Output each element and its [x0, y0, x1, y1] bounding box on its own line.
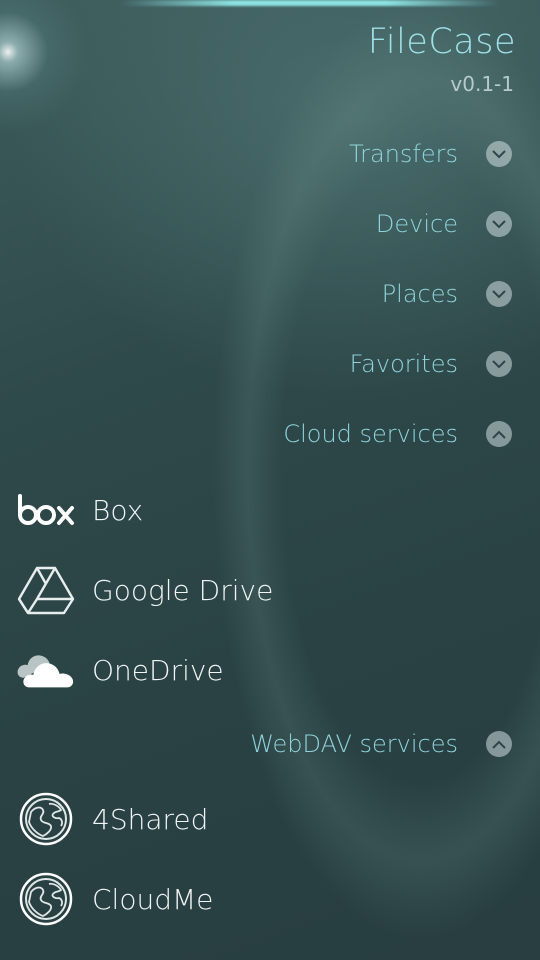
google-drive-icon: [16, 560, 76, 620]
chevron-up-icon[interactable]: [486, 421, 512, 447]
globe-icon: [16, 789, 76, 849]
box-logo-icon: [16, 480, 76, 540]
section-places[interactable]: Places: [382, 269, 512, 319]
section-device[interactable]: Device: [376, 199, 512, 249]
list-item-label: OneDrive: [92, 653, 224, 687]
chevron-down-icon[interactable]: [486, 141, 512, 167]
section-label: Favorites: [349, 350, 458, 378]
section-transfers[interactable]: Transfers: [349, 129, 512, 179]
section-cloud-services[interactable]: Cloud services: [283, 409, 512, 459]
chevron-down-icon[interactable]: [486, 281, 512, 307]
list-item-box[interactable]: Box: [16, 480, 143, 540]
globe-icon: [16, 869, 76, 929]
onedrive-cloud-icon: [16, 640, 76, 700]
chevron-down-icon[interactable]: [486, 351, 512, 377]
section-label: Transfers: [348, 140, 458, 168]
section-label: WebDAV services: [250, 730, 458, 758]
list-item-4shared[interactable]: 4Shared: [16, 789, 208, 849]
list-item-label: Box: [92, 493, 144, 527]
list-item-label: Google Drive: [92, 573, 274, 607]
chevron-down-icon[interactable]: [486, 211, 512, 237]
section-label: Places: [381, 280, 458, 308]
top-glow: [120, 0, 500, 6]
app-version: v0.1-1: [450, 72, 514, 96]
list-item-label: 4Shared: [92, 802, 209, 836]
section-label: Cloud services: [283, 420, 458, 448]
section-label: Device: [375, 210, 458, 238]
section-favorites[interactable]: Favorites: [350, 339, 512, 389]
app-title: FileCase: [367, 22, 516, 62]
list-item-google-drive[interactable]: Google Drive: [16, 560, 273, 620]
list-item-onedrive[interactable]: OneDrive: [16, 640, 224, 700]
list-item-cloudme[interactable]: CloudMe: [16, 869, 213, 929]
section-webdav-services[interactable]: WebDAV services: [250, 719, 512, 769]
chevron-up-icon[interactable]: [486, 731, 512, 757]
list-item-label: CloudMe: [92, 882, 214, 916]
